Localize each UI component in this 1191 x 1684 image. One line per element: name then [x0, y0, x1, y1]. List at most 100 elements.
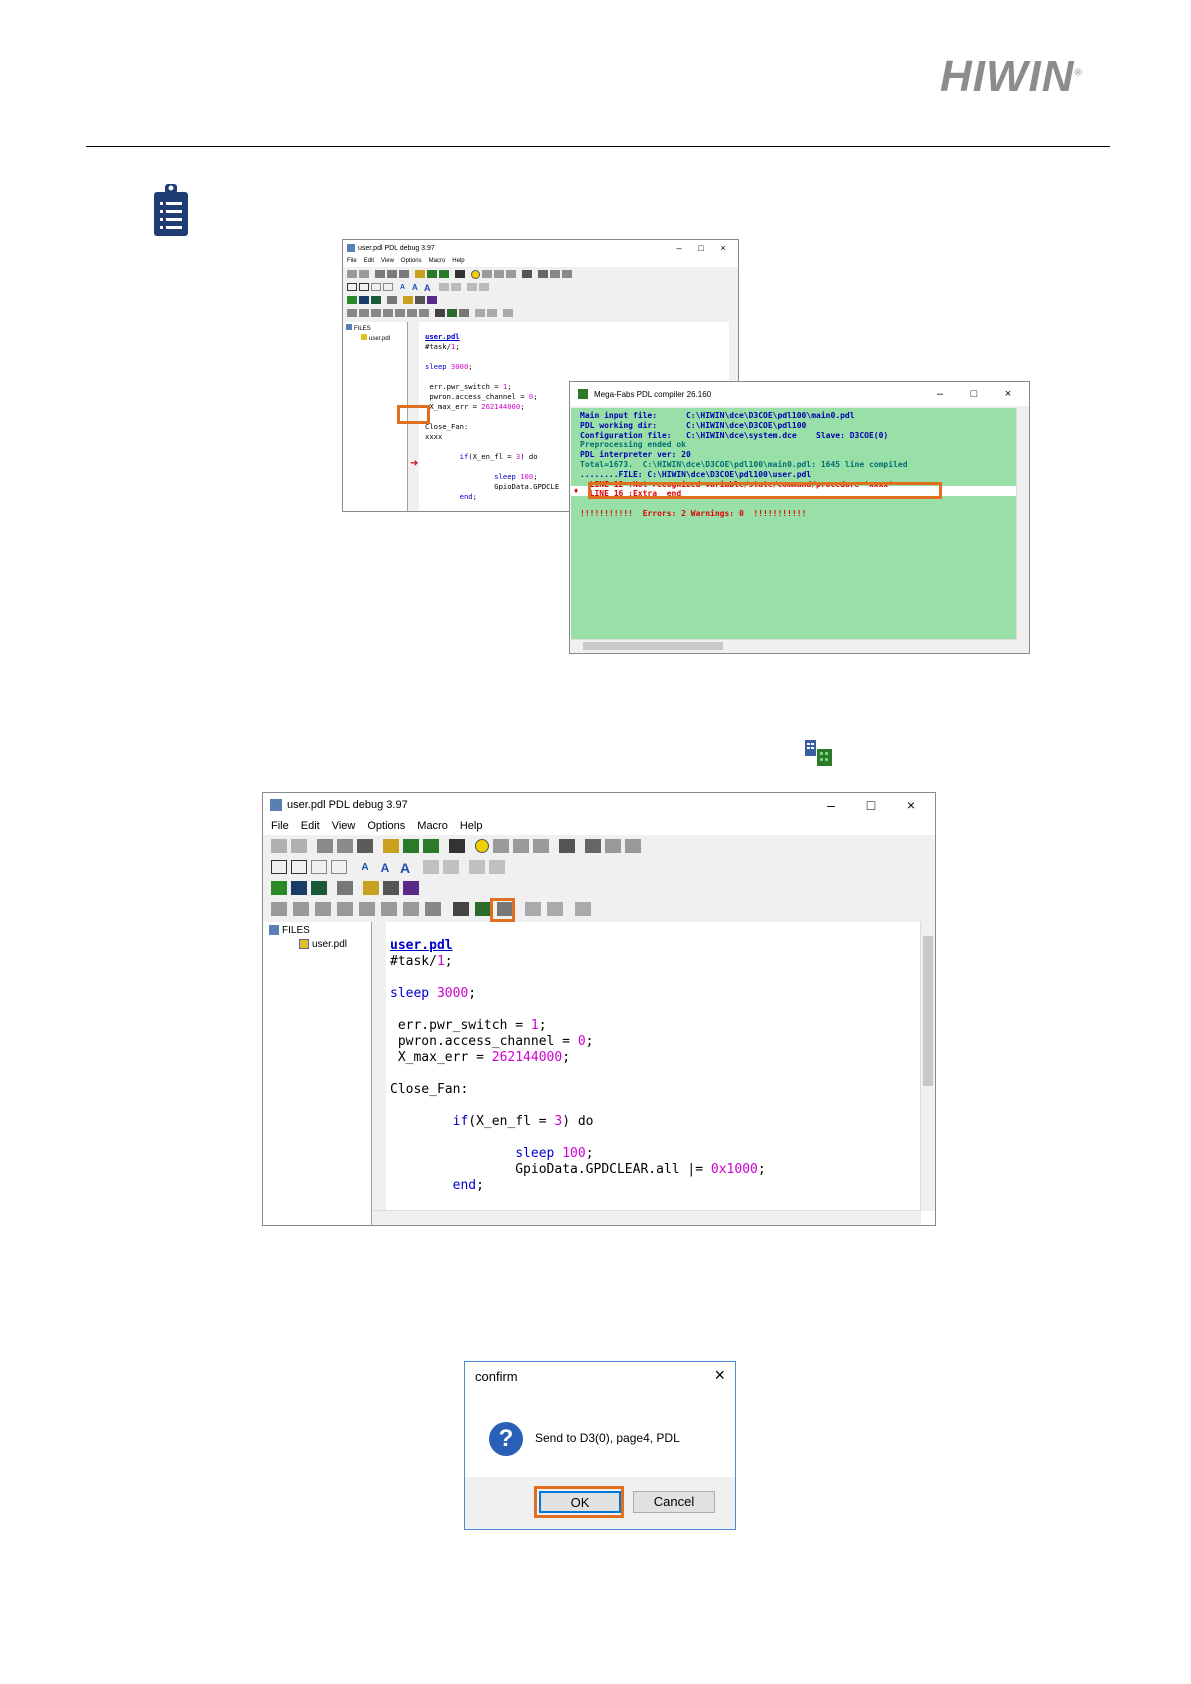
large-find-icon[interactable]	[383, 839, 399, 853]
reset-icon[interactable]	[395, 309, 405, 317]
watch-icon[interactable]	[538, 270, 548, 278]
large-step-out-icon[interactable]	[337, 902, 353, 916]
large-cut-icon[interactable]	[317, 839, 333, 853]
redo-icon[interactable]	[359, 270, 369, 278]
large-close-icon[interactable]: ×	[891, 793, 931, 817]
large-watch-remove-icon[interactable]	[625, 839, 641, 853]
large-step-icon[interactable]	[493, 839, 509, 853]
large-reset-icon[interactable]	[359, 902, 375, 916]
compile-icon[interactable]	[435, 309, 445, 317]
large-open-icon[interactable]	[271, 881, 287, 895]
large-tree-file[interactable]: user.pdl	[263, 936, 371, 950]
keyboard-icon[interactable]	[415, 296, 425, 304]
split-vertical-icon[interactable]	[347, 283, 357, 291]
large-watch-icon[interactable]	[585, 839, 601, 853]
large-tree-root[interactable]: FILES	[263, 922, 371, 936]
large-font-medium-icon[interactable]: A	[377, 860, 393, 875]
large-menu-help[interactable]: Help	[460, 817, 483, 835]
compiler-maximize-icon[interactable]: □	[957, 382, 991, 406]
large-download-icon[interactable]	[403, 902, 419, 916]
send-to-drive-icon[interactable]	[447, 309, 457, 317]
large-redo-icon[interactable]	[291, 839, 307, 853]
watch-add-icon[interactable]	[550, 270, 560, 278]
font-small-icon[interactable]: A	[399, 283, 409, 291]
paste-icon[interactable]	[399, 270, 409, 278]
large-menu-edit[interactable]: Edit	[301, 817, 320, 835]
large-paste-icon[interactable]	[357, 839, 373, 853]
large-undo-send-icon[interactable]	[525, 902, 541, 916]
large-redo-send-icon[interactable]	[547, 902, 563, 916]
minimize-icon[interactable]: –	[668, 240, 690, 256]
large-save-all-icon[interactable]	[311, 881, 327, 895]
arrow-right-icon[interactable]	[419, 309, 429, 317]
menu-options[interactable]: Options	[401, 256, 422, 267]
split-horizontal-icon[interactable]	[359, 283, 369, 291]
search-files-icon[interactable]	[403, 296, 413, 304]
compiler-close-icon[interactable]: ×	[991, 382, 1025, 406]
step-into-icon[interactable]	[371, 309, 381, 317]
run-icon[interactable]	[347, 309, 357, 317]
large-upload-icon[interactable]	[381, 902, 397, 916]
breakpoint-icon[interactable]	[471, 269, 480, 279]
tree-file[interactable]: user.pdl	[343, 332, 407, 342]
menu-view[interactable]: View	[381, 256, 394, 267]
maximize-icon[interactable]: □	[690, 240, 712, 256]
large-step-over-icon[interactable]	[513, 839, 529, 853]
cancel-button[interactable]: Cancel	[633, 1491, 715, 1513]
large-step-into-icon[interactable]	[315, 902, 331, 916]
large-split-vertical-icon[interactable]	[271, 860, 287, 874]
print-icon[interactable]	[522, 270, 532, 278]
large-stop-icon[interactable]	[533, 839, 549, 853]
large-copy-icon[interactable]	[337, 839, 353, 853]
large-menu-options[interactable]: Options	[367, 817, 405, 835]
step-icon[interactable]	[482, 270, 492, 278]
large-menu-view[interactable]: View	[332, 817, 356, 835]
indent-icon[interactable]	[439, 283, 449, 291]
large-undo-icon[interactable]	[271, 839, 287, 853]
tile-icon[interactable]	[371, 283, 381, 291]
close-icon[interactable]: ×	[712, 240, 734, 256]
confirm-close-icon[interactable]: ×	[714, 1366, 725, 1384]
compiler-horizontal-scrollbar[interactable]	[571, 639, 1017, 653]
large-print-icon[interactable]	[559, 839, 575, 853]
pause-icon[interactable]	[359, 309, 369, 317]
large-save-icon[interactable]	[291, 881, 307, 895]
large-font-small-icon[interactable]: A	[357, 860, 373, 874]
large-search-files-icon[interactable]	[363, 881, 379, 895]
open-icon[interactable]	[347, 296, 357, 304]
large-terminal-icon[interactable]	[403, 881, 419, 895]
tree-root[interactable]: FILES	[343, 322, 407, 332]
large-maximize-icon[interactable]: □	[851, 793, 891, 817]
stop-icon[interactable]	[506, 270, 516, 278]
large-cascade-icon[interactable]	[331, 860, 347, 874]
large-split-horizontal-icon[interactable]	[291, 860, 307, 874]
align-left-icon[interactable]	[467, 283, 477, 291]
terminal-icon[interactable]	[427, 296, 437, 304]
large-vertical-scrollbar[interactable]	[920, 922, 935, 1211]
save-all-icon[interactable]	[371, 296, 381, 304]
settings-icon[interactable]	[503, 309, 513, 317]
large-copy-files-icon[interactable]	[337, 881, 353, 895]
menu-macro[interactable]: Macro	[429, 256, 446, 267]
menu-edit[interactable]: Edit	[364, 256, 374, 267]
outdent-icon[interactable]	[451, 283, 461, 291]
large-horizontal-scrollbar[interactable]	[372, 1210, 921, 1225]
compiler-vertical-scrollbar[interactable]	[1016, 408, 1029, 640]
undo-send-icon[interactable]	[475, 309, 485, 317]
undo-icon[interactable]	[347, 270, 357, 278]
large-align-left-icon[interactable]	[469, 860, 485, 874]
large-pause-icon[interactable]	[293, 902, 309, 916]
large-arrow-right-icon[interactable]	[425, 902, 441, 916]
save-icon[interactable]	[359, 296, 369, 304]
large-send-to-drive-icon[interactable]	[475, 902, 491, 916]
menu-file[interactable]: File	[347, 256, 357, 267]
broadcast-icon[interactable]	[459, 309, 469, 317]
cascade-icon[interactable]	[383, 283, 393, 291]
copy-icon[interactable]	[387, 270, 397, 278]
large-indent-icon[interactable]	[423, 860, 439, 874]
compiler-minimize-icon[interactable]: –	[923, 382, 957, 406]
large-breakpoint-icon[interactable]	[475, 839, 489, 853]
cut-icon[interactable]	[375, 270, 385, 278]
find-icon[interactable]	[415, 270, 425, 278]
find-next-icon[interactable]	[427, 270, 437, 278]
